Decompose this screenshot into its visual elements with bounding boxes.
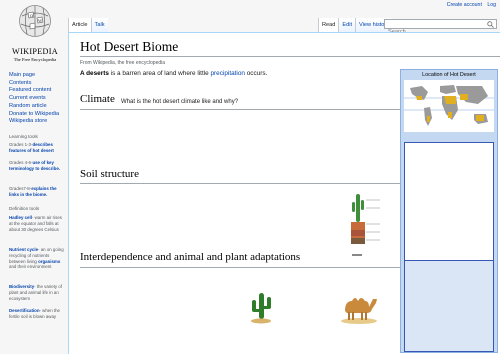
- nav-donate[interactable]: Donate to Wikipedia: [9, 111, 69, 119]
- nav-store[interactable]: Wikipedia store: [9, 118, 69, 126]
- tab-talk[interactable]: Talk: [90, 18, 108, 32]
- soil-divider: [80, 183, 400, 184]
- infobox-panel-lower: [404, 260, 494, 352]
- cactus-image: [251, 293, 271, 324]
- personal-tools: Create account Log: [443, 2, 496, 8]
- nav-main-page[interactable]: Main page: [9, 72, 69, 80]
- logo-wordmark: WIKIPEDIA: [12, 47, 58, 56]
- infobox-title: Location of Hot Desert: [422, 72, 476, 78]
- infobox: Location of Hot Desert: [400, 69, 498, 353]
- grades-7-8-note: Grades7-8-explains the links in the biom…: [9, 186, 66, 198]
- learning-tools-heading: Learning tools: [9, 134, 38, 139]
- view-tabs: Read Edit View history: [318, 18, 393, 32]
- create-account-link[interactable]: Create account: [447, 2, 482, 8]
- grades-4-6-note: Grades 4-6-use of key terminology to des…: [9, 160, 66, 172]
- grades-1-3-label: Grades 1-3-: [9, 142, 33, 147]
- intro-bold-term: A deserts: [80, 70, 109, 77]
- nutrient-cycle-link[interactable]: Nutrient cycle: [9, 247, 38, 252]
- nav-featured-content[interactable]: Featured content: [9, 87, 69, 95]
- page-title: Hot Desert Biome: [80, 39, 179, 54]
- soil-structure-heading: Soil structure: [80, 168, 139, 180]
- hadley-cell-link[interactable]: Hadley cell: [9, 215, 32, 220]
- main-navigation: Main page Contents Featured content Curr…: [9, 72, 69, 126]
- hot-desert-world-map[interactable]: [404, 80, 494, 132]
- definition-tools-heading: Definition tools: [9, 206, 40, 211]
- nav-random-article[interactable]: Random article: [9, 103, 69, 111]
- climate-heading: Climate: [80, 93, 115, 105]
- logo-tagline: The Free Encyclopedia: [13, 57, 57, 62]
- nav-contents[interactable]: Contents: [9, 80, 69, 88]
- site-subtitle: From Wikipedia, the free encyclopedia: [80, 60, 166, 66]
- cactus-soil-diagram: [350, 188, 384, 266]
- intro-text-end: occurs.: [244, 70, 268, 77]
- hadley-cell-definition: Hadley cell- warm air rises at the equat…: [9, 215, 66, 232]
- namespace-tabs: Article Talk: [68, 18, 108, 32]
- search-box: [384, 19, 497, 36]
- intro-text: is a barren area of land where little: [108, 70, 211, 77]
- precipitation-link[interactable]: precipitation: [211, 70, 245, 77]
- camel-image: [341, 298, 377, 324]
- nutrient-cycle-text-end: and their environment: [9, 264, 52, 270]
- organisms-link[interactable]: organisms: [38, 259, 60, 264]
- grades-1-3-note: Grades 1-3-describes features of hot des…: [9, 142, 66, 154]
- title-divider: [80, 56, 500, 57]
- search-icon[interactable]: [487, 21, 494, 28]
- nav-current-events[interactable]: Current events: [9, 95, 69, 103]
- login-link[interactable]: Log: [487, 2, 496, 8]
- tab-edit[interactable]: Edit: [338, 18, 356, 32]
- interdependence-heading: Interdependence and animal and plant ada…: [80, 251, 301, 263]
- climate-question: What is the hot desert climate like and …: [121, 99, 239, 105]
- grades-7-8-label: Grades7-8-: [9, 186, 32, 191]
- desertification-link[interactable]: Desertification: [9, 308, 40, 313]
- puzzle-globe-icon: Ω W: [19, 5, 51, 37]
- biodiversity-definition: Biodiversity- the variety of plant and a…: [9, 284, 66, 301]
- intro-paragraph: A deserts is a barren area of land where…: [80, 70, 267, 77]
- tab-read[interactable]: Read: [318, 18, 339, 32]
- desertification-definition: Desertification- when the fertile soil i…: [9, 308, 66, 320]
- grades-4-6-label: Grades 4-6-: [9, 160, 33, 165]
- article-content: Hot Desert Biome From Wikipedia, the fre…: [68, 32, 500, 354]
- interdependence-divider: [80, 267, 400, 268]
- wikipedia-logo[interactable]: Ω W WIKIPEDIA The Free Encyclopedia: [6, 4, 64, 68]
- sidebar: Ω W WIKIPEDIA The Free Encyclopedia Main…: [0, 0, 68, 354]
- climate-divider: [80, 109, 400, 110]
- nutrient-cycle-definition: Nutrient cycle- an on going recycling of…: [9, 247, 66, 270]
- tab-article[interactable]: Article: [68, 18, 91, 32]
- biodiversity-link[interactable]: Biodiversity: [9, 284, 34, 289]
